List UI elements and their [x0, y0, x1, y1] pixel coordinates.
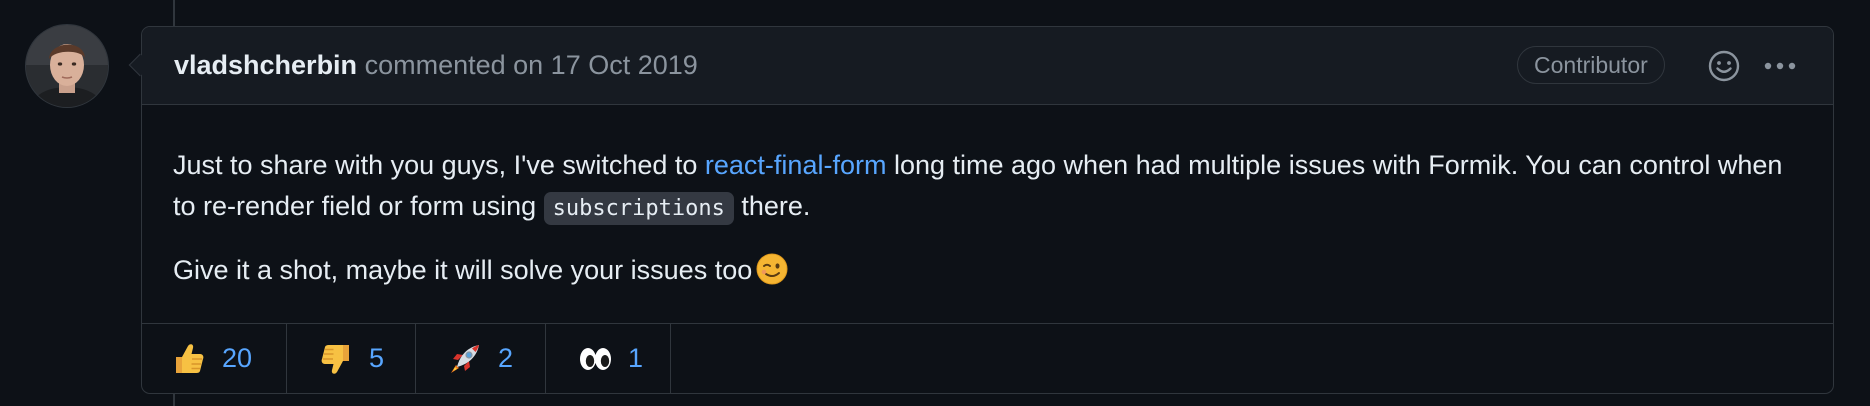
body-text-4: Give it a shot, maybe it will solve your…	[173, 255, 753, 285]
reaction-count: 1	[628, 343, 644, 373]
reactions-bar: 20 5 2 1	[142, 323, 1833, 393]
reaction-thumbs-up[interactable]: 20	[142, 324, 287, 393]
reaction-rocket[interactable]: 2	[416, 324, 546, 393]
comment-body: Just to share with you guys, I've switch…	[173, 145, 1803, 318]
comment-paragraph-1: Just to share with you guys, I've switch…	[173, 145, 1803, 229]
kebab-horizontal-icon	[1764, 62, 1796, 70]
reaction-count: 2	[498, 343, 514, 373]
comment-arrow	[128, 53, 152, 77]
reaction-count: 5	[369, 343, 385, 373]
body-text-1: Just to share with you guys, I've switch…	[173, 150, 705, 180]
contributor-badge: Contributor	[1517, 46, 1665, 84]
author-link[interactable]: vladshcherbin	[174, 50, 357, 80]
avatar-image	[26, 25, 108, 107]
reaction-thumbs-down[interactable]: 5	[287, 324, 416, 393]
wink-emoji-icon	[756, 253, 788, 297]
react-final-form-link[interactable]: react-final-form	[705, 150, 887, 180]
avatar[interactable]	[26, 25, 108, 107]
comment-paragraph-2: Give it a shot, maybe it will solve your…	[173, 250, 1803, 297]
comment-meta-text: commented on 17 Oct 2019	[364, 50, 698, 80]
more-options-button[interactable]	[1760, 49, 1800, 83]
reaction-eyes[interactable]: 1	[546, 324, 671, 393]
comment-header: vladshcherbin commented on 17 Oct 2019 C…	[128, 27, 1833, 105]
comment-header-text: vladshcherbin commented on 17 Oct 2019	[174, 49, 698, 81]
smiley-icon	[1708, 50, 1740, 82]
eyes-icon	[576, 340, 614, 378]
reaction-count: 20	[222, 343, 253, 373]
thumbs-up-icon	[170, 340, 208, 378]
comment-box: vladshcherbin commented on 17 Oct 2019 C…	[128, 26, 1834, 394]
thumbs-down-icon	[317, 340, 355, 378]
comment-timestamp[interactable]: commented on 17 Oct 2019	[365, 50, 698, 80]
rocket-icon	[446, 340, 484, 378]
inline-code: subscriptions	[543, 192, 734, 225]
body-text-3: there.	[733, 191, 811, 221]
add-reaction-button[interactable]	[1707, 49, 1741, 83]
